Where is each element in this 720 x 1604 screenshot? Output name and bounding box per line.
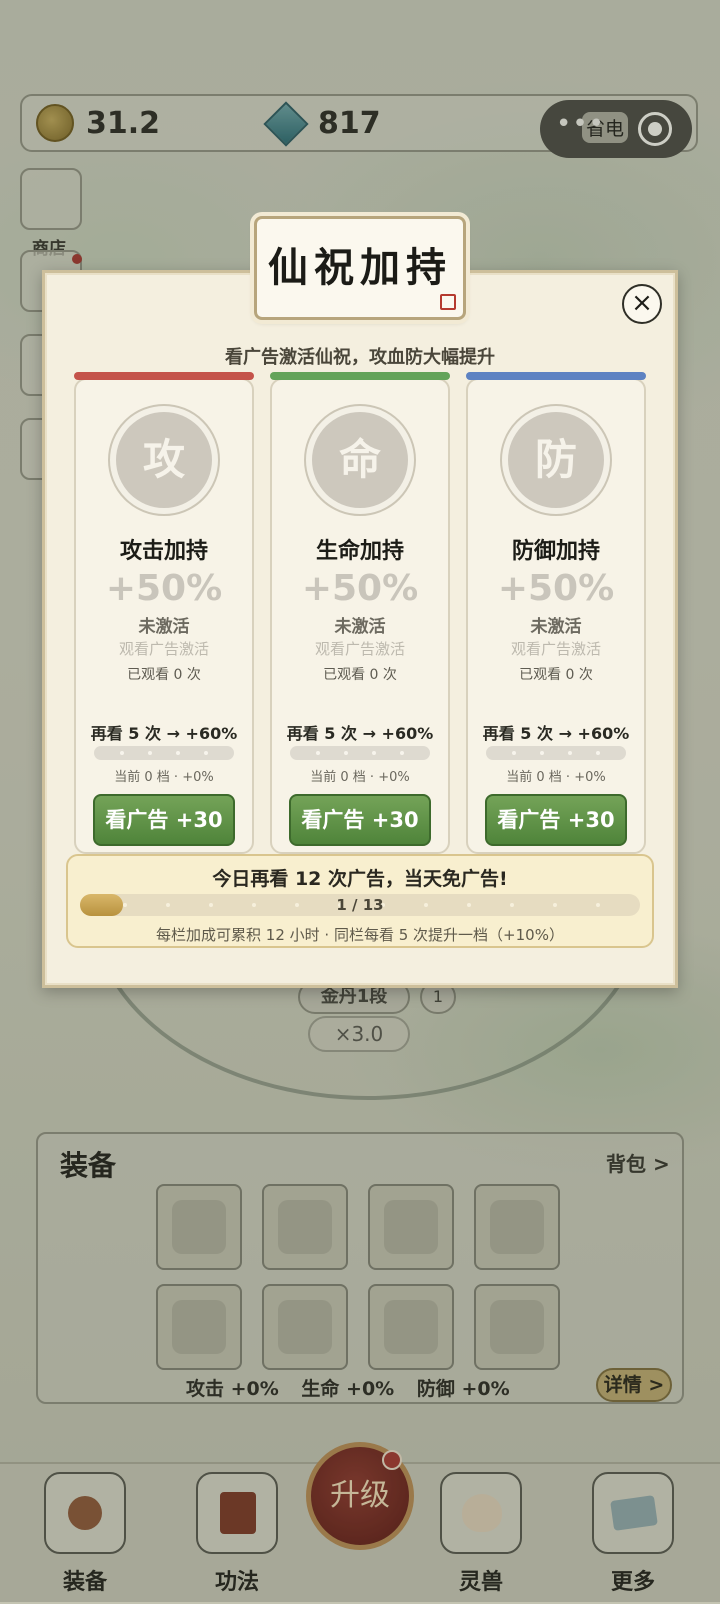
seal-icon (440, 294, 456, 310)
ad-free-title: 今日再看 12 次广告，当天免广告! (212, 868, 508, 890)
defense-watched-count: 已观看 0 次 (519, 667, 593, 683)
attack-watch-ad-button[interactable]: 看广告 +30分 (93, 794, 235, 880)
health-blessing-name: 生命加持 (315, 539, 404, 564)
attack-watched-count: 已观看 0 次 (127, 667, 201, 683)
bonus-rules-note: 每栏加成可累积 12 小时 · 同栏每看 5 次提升一档（+10%） (156, 926, 564, 944)
attack-current-tier: 当前 0 档 · +0% (114, 770, 214, 785)
defense-emblem: 防 (508, 412, 604, 508)
defense-blessing-name: 防御加持 (511, 539, 600, 564)
attack-accent-bar (74, 372, 254, 380)
health-current-tier: 当前 0 档 · +0% (310, 770, 410, 785)
ad-free-count: 1 / 13 (336, 896, 384, 914)
health-next-tier: 再看 5 次 → +60% (286, 724, 434, 743)
attack-next-tier: 再看 5 次 → +60% (90, 724, 238, 743)
health-accent-bar (270, 372, 450, 380)
close-button[interactable]: × (622, 284, 662, 324)
defense-hint: 观看广告激活 (510, 640, 601, 658)
health-tier-progress (290, 746, 430, 760)
health-status: 未激活 (334, 617, 386, 637)
defense-accent-bar (466, 372, 646, 380)
defense-next-tier: 再看 5 次 → +60% (482, 724, 630, 743)
defense-current-tier: 当前 0 档 · +0% (506, 770, 606, 785)
defense-bonus-percent: +50% (497, 568, 615, 609)
health-hint: 观看广告激活 (314, 640, 405, 658)
defense-status: 未激活 (530, 617, 582, 637)
attack-blessing-name: 攻击加持 (119, 539, 208, 564)
attack-tier-progress (94, 746, 234, 760)
dialog-subtitle: 看广告激活仙祝，攻血防大幅提升 (225, 347, 495, 368)
health-watched-count: 已观看 0 次 (323, 667, 397, 683)
attack-bonus-percent: +50% (105, 568, 223, 609)
defense-tier-progress (486, 746, 626, 760)
health-bonus-percent: +50% (301, 568, 419, 609)
attack-status: 未激活 (138, 617, 190, 637)
attack-hint: 观看广告激活 (118, 640, 209, 658)
defense-watch-ad-button[interactable]: 看广告 +30分 (485, 794, 627, 880)
attack-emblem: 攻 (116, 412, 212, 508)
health-emblem: 命 (312, 412, 408, 508)
health-watch-ad-button[interactable]: 看广告 +30分 (289, 794, 431, 880)
dialog-title: 仙祝加持 (254, 216, 466, 320)
